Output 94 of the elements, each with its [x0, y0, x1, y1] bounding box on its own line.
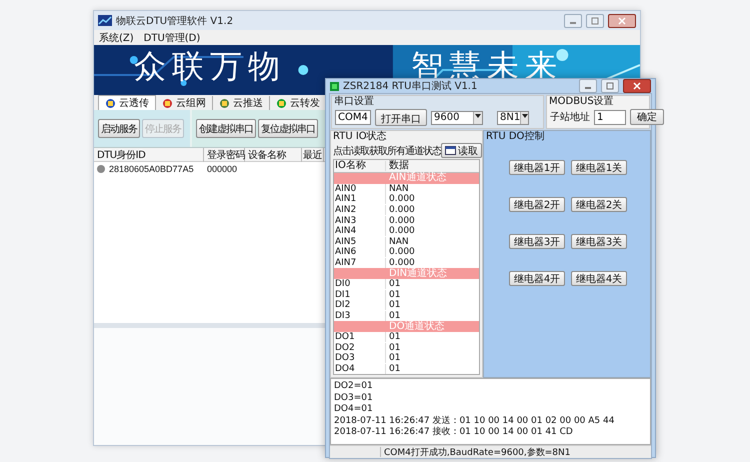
- table-cell-text: 000000: [206, 164, 238, 174]
- table-cell-text: 01: [388, 364, 402, 374]
- log-textarea[interactable]: DO2=01 DO3=01 DO4=01 2018-07-11 16:26:47 发送：01 10 00 14 00 01 02 00 00 A5 44 2018-07-11 16:26:47 接收：01 10 00 14 00 01 41 CD: [330, 378, 651, 445]
- minimize-button[interactable]: [564, 14, 582, 28]
- table-cell: DI2: [334, 300, 386, 310]
- relay-button[interactable]: 继电器1关: [570, 160, 628, 175]
- status-text: COM4打开成功,BaudRate=9600,参数=8N1: [383, 446, 570, 458]
- table-cell: DO1: [334, 332, 386, 342]
- close-icon: [632, 82, 642, 90]
- section-label: DIN通道状态: [388, 268, 448, 279]
- hint-text: 点击读取获取所有通道状态: [333, 144, 441, 158]
- table-cell: AIN6: [334, 247, 386, 258]
- menu-item[interactable]: 系统(Z): [99, 30, 134, 44]
- table-cell-text: 0.000: [388, 205, 416, 216]
- relay-button[interactable]: 继电器2开: [508, 197, 566, 212]
- table-cell-text: 01: [388, 353, 402, 364]
- table-cell: DI0: [334, 279, 386, 290]
- table-cell-text: 0.000: [388, 216, 416, 226]
- confirm-button[interactable]: 确定: [630, 109, 664, 125]
- address-label: 子站地址: [550, 110, 590, 124]
- relay-button[interactable]: 继电器3关: [570, 234, 628, 249]
- column-header[interactable]: 登录密码: [204, 148, 245, 162]
- column-header[interactable]: 数据: [386, 161, 479, 171]
- maximize-button[interactable]: [601, 79, 619, 93]
- relay-button[interactable]: 继电器2关: [570, 197, 628, 212]
- table-cell: DO3: [334, 353, 386, 364]
- table-cell-text: 01: [388, 311, 402, 322]
- port-field[interactable]: COM4: [335, 110, 371, 125]
- table-cell-text: 01: [388, 300, 402, 310]
- table-cell: AIN0: [334, 184, 386, 194]
- relay-button[interactable]: 继电器1开: [508, 160, 566, 175]
- close-button[interactable]: [623, 79, 651, 93]
- tab-icon: [162, 98, 173, 108]
- banner-slogan: 众联万物: [134, 48, 286, 84]
- tab-icon: [276, 98, 287, 108]
- maximize-button[interactable]: [586, 14, 604, 28]
- table-cell-text: 0.000: [388, 258, 415, 268]
- relay-button[interactable]: 继电器3开: [508, 234, 566, 249]
- table-cell-text: 0.000: [388, 247, 416, 258]
- baud-select[interactable]: 9600: [431, 110, 483, 124]
- group-title: RTU DO控制: [485, 131, 546, 142]
- column-header[interactable]: IO名称: [334, 161, 386, 171]
- log-line: DO4=01: [334, 404, 374, 416]
- tab-icon: [219, 98, 230, 108]
- column-header[interactable]: DTU身份ID: [94, 148, 204, 162]
- menu-item[interactable]: DTU管理(D): [144, 30, 200, 44]
- group-title: MODBUS设置: [548, 96, 615, 107]
- tab-icon: [105, 98, 116, 108]
- section-label: DO通道状态: [388, 322, 446, 332]
- relay-button[interactable]: 继电器4关: [570, 271, 628, 286]
- toolbar-button[interactable]: 启动服务: [98, 119, 140, 138]
- table-cell-text: 01: [388, 290, 402, 300]
- group-title: 串口设置: [333, 96, 375, 107]
- relay-button[interactable]: 继电器4开: [508, 271, 566, 286]
- log-line: DO2=01: [334, 381, 374, 392]
- table-cell-text: 0.000: [388, 226, 416, 236]
- read-button[interactable]: 读取: [441, 143, 482, 158]
- table-icon: [445, 146, 456, 155]
- table-cell: DO4: [334, 364, 386, 374]
- address-field[interactable]: 1: [594, 110, 626, 124]
- table-cell: DO2: [334, 342, 386, 353]
- table-cell: AIN4: [334, 226, 386, 236]
- table-cell: DI1: [334, 290, 386, 300]
- table-cell: AIN5: [334, 236, 386, 247]
- minimize-button[interactable]: [579, 79, 597, 93]
- maximize-icon: [605, 82, 615, 90]
- window-title: 物联云DTU管理软件 V1.2: [116, 14, 234, 28]
- table-cell: AIN1: [334, 194, 386, 204]
- table-cell: AIN3: [334, 216, 386, 226]
- log-line: 2018-07-11 16:26:47 发送：01 10 00 14 00 01 02 00 00 A5 44: [334, 416, 616, 426]
- table-cell-text: 01: [388, 279, 402, 290]
- table-cell-text: 01: [388, 342, 402, 353]
- column-header[interactable]: 设备名称: [245, 148, 302, 162]
- close-button[interactable]: [608, 14, 636, 28]
- section-label: AIN通道状态: [388, 173, 448, 184]
- table-cell-text: NAN: [388, 236, 410, 247]
- toolbar-button[interactable]: 复位虚拟串口: [258, 119, 318, 138]
- tab[interactable]: 云透传: [98, 95, 156, 110]
- maximize-icon: [590, 16, 600, 24]
- open-port-button[interactable]: 打开串口: [375, 109, 427, 126]
- log-line: 2018-07-11 16:26:47 接收：01 10 00 14 00 01 41 CD: [334, 427, 574, 438]
- table-cell: AIN2: [334, 205, 386, 216]
- close-icon: [617, 16, 627, 24]
- chart-icon: [98, 15, 112, 26]
- toolbar-button[interactable]: 创建虚拟串口: [196, 119, 256, 138]
- app-icon: [330, 82, 339, 90]
- table-cell-text: NAN: [388, 184, 410, 194]
- format-select[interactable]: 8N1: [497, 110, 529, 124]
- group-title: RTU IO状态: [332, 131, 388, 142]
- table-cell-text: 0.000: [388, 194, 416, 204]
- table-cell-text: 01: [388, 332, 402, 342]
- log-line: DO3=01: [334, 392, 374, 404]
- column-header[interactable]: 最近: [302, 148, 324, 162]
- table-cell: 28180605A0BD77A5: [109, 164, 194, 174]
